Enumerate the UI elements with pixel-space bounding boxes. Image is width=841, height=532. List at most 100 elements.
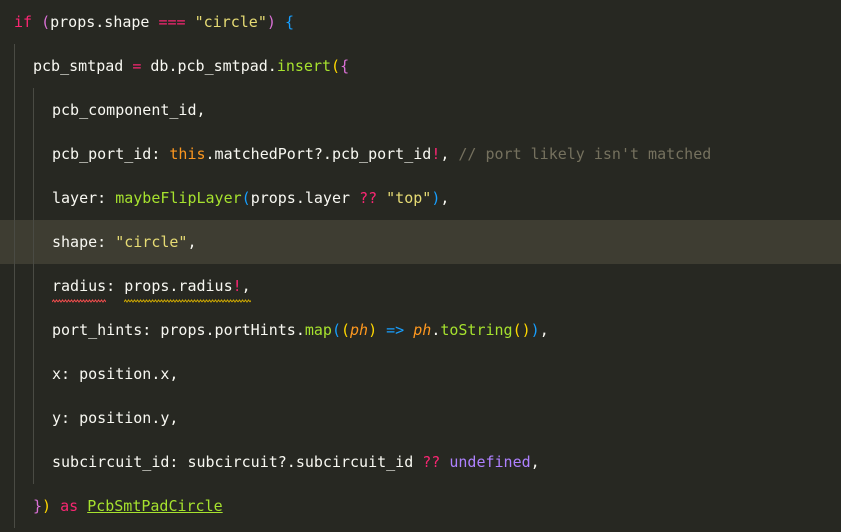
code-line[interactable]: pcb_port_id: this.matchedPort?.pcb_port_… [0,132,841,176]
code-token: insert [276,57,332,75]
code-token: "top" [386,189,432,207]
code-token: maybeFlipLayer [115,189,242,207]
indent-guide [14,308,15,352]
code-token: ?? [359,189,378,207]
code-token: x: position.x, [52,365,179,383]
code-token: ( [341,321,351,339]
code-token: this [169,145,206,163]
code-text: pcb_port_id: this.matchedPort?.pcb_port_… [52,132,711,176]
code-token: // port likely isn't matched [458,145,712,163]
indent-guide [14,264,15,308]
code-token: { [284,13,294,31]
code-line[interactable]: layer: maybeFlipLayer(props.layer ?? "to… [0,176,841,220]
code-line[interactable]: }) as PcbSmtPadCircle [0,484,841,528]
indent-guide [14,132,15,176]
code-token: radius: props.radius [52,277,233,295]
code-token: () [512,321,531,339]
code-line[interactable]: shape: "circle", [0,220,841,264]
code-token: , [440,145,459,163]
code-text: subcircuit_id: subcircuit?.subcircuit_id… [52,440,540,484]
indent-guide [33,132,34,176]
code-line[interactable]: pcb_component_id, [0,88,841,132]
code-token: db.pcb_smtpad. [141,57,277,75]
indent-guide [14,176,15,220]
code-token: ) [42,497,52,515]
code-token: ) [368,321,378,339]
indent-guide [33,88,34,132]
code-token: , [440,189,450,207]
code-token: pcb_smtpad [33,57,133,75]
code-token: , [241,277,251,295]
code-token: layer: [52,189,116,207]
code-token: } [33,497,43,515]
code-token: ( [241,189,251,207]
code-token: props.layer [250,189,360,207]
code-token: props.shape [50,13,159,31]
code-token: ( [41,13,51,31]
indent-guide [33,308,34,352]
code-text: y: position.y, [52,396,178,440]
code-text: }) as PcbSmtPadCircle [33,484,223,528]
indent-guide [33,352,34,396]
code-token: pcb_component_id, [52,101,206,119]
code-text: layer: maybeFlipLayer(props.layer ?? "to… [52,176,449,220]
indent-guide [33,440,34,484]
error-squiggle[interactable] [52,299,107,303]
code-line[interactable]: port_hints: props.portHints.map((ph) => … [0,308,841,352]
code-token: ) [431,189,441,207]
code-line[interactable]: if (props.shape === "circle") { [0,0,841,44]
code-line[interactable]: pcb_smtpad = db.pcb_smtpad.insert({ [0,44,841,88]
warning-squiggle[interactable] [124,299,251,303]
indent-guide [14,44,15,88]
code-token: .matchedPort?.pcb_port_id [205,145,432,163]
code-editor[interactable]: if (props.shape === "circle") {pcb_smtpa… [0,0,841,532]
code-line[interactable]: radius: props.radius!, [0,264,841,308]
indent-guide [14,352,15,396]
code-token: ! [431,145,441,163]
code-token: , [539,321,549,339]
code-token: ) [266,13,276,31]
code-token: . [431,321,441,339]
code-token: ! [232,277,242,295]
code-token: PcbSmtPadCircle [87,497,223,515]
code-token: ( [331,57,341,75]
code-token: subcircuit_id: subcircuit?.subcircuit_id [52,453,423,471]
code-token: "circle" [194,13,267,31]
code-text: port_hints: props.portHints.map((ph) => … [52,308,549,352]
code-token: === [158,13,186,31]
code-token: toString [440,321,513,339]
code-token: ph [413,321,432,339]
code-token: { [340,57,350,75]
code-text: if (props.shape === "circle") { [14,0,294,44]
code-token: "circle" [115,233,188,251]
code-token: shape: [52,233,116,251]
code-token: , [187,233,197,251]
indent-guide [14,440,15,484]
code-token: , [530,453,540,471]
indent-guide [14,220,15,264]
indent-guide [14,484,15,528]
code-token: ?? [422,453,441,471]
indent-guide [33,396,34,440]
code-line[interactable]: x: position.x, [0,352,841,396]
code-token: port_hints: props.portHints. [52,321,305,339]
code-line[interactable]: subcircuit_id: subcircuit?.subcircuit_id… [0,440,841,484]
indent-guide [14,88,15,132]
indent-guide [14,396,15,440]
code-token: if [14,13,33,31]
code-text: pcb_component_id, [52,88,206,132]
code-token: y: position.y, [52,409,179,427]
code-token: as [60,497,79,515]
code-line[interactable]: y: position.y, [0,396,841,440]
code-token: => [386,321,405,339]
indent-guide [33,264,34,308]
code-token: map [304,321,332,339]
